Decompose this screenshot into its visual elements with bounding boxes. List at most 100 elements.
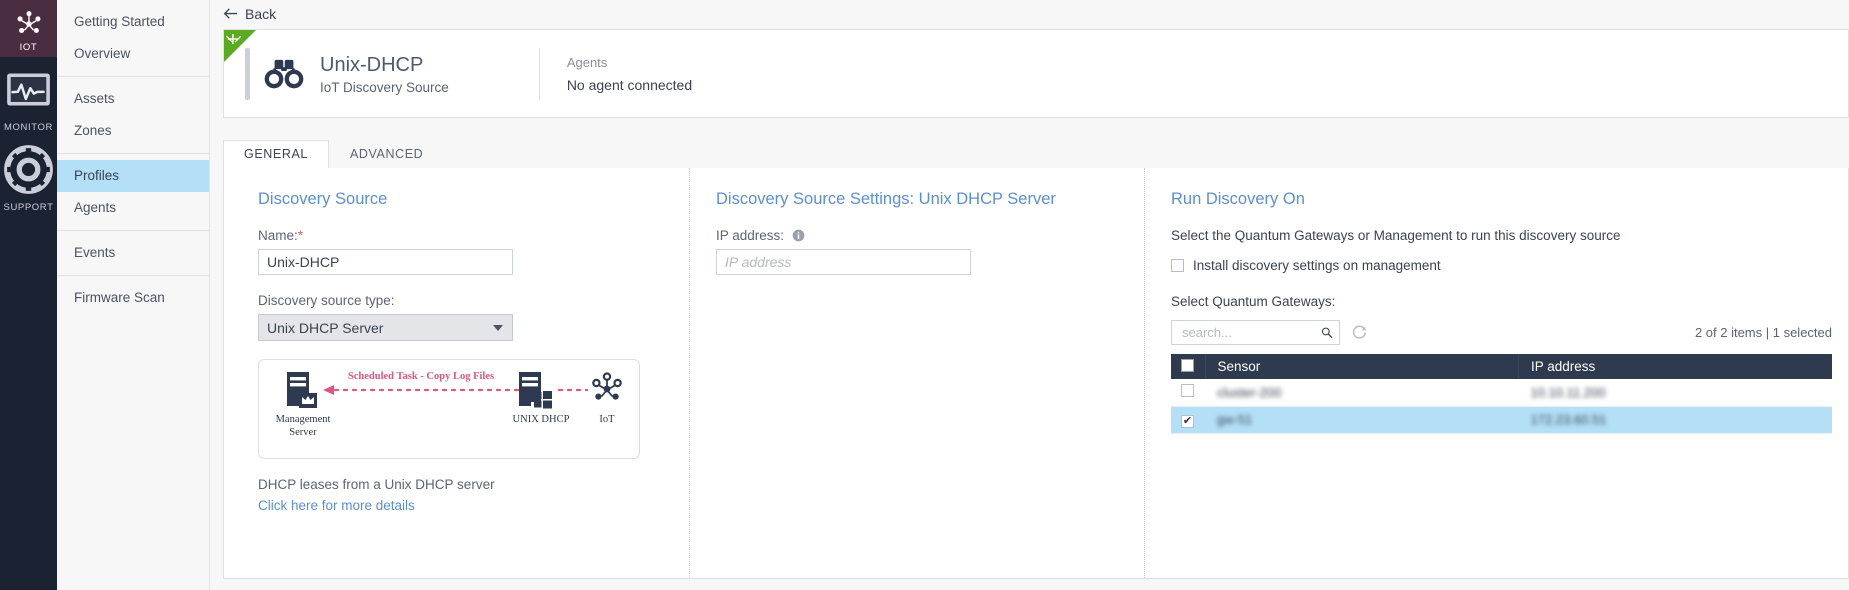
binoculars-icon — [264, 59, 304, 88]
tab-general[interactable]: GENERAL — [223, 140, 329, 168]
sparkle-icon — [224, 30, 256, 62]
row-checkbox[interactable] — [1181, 414, 1194, 428]
diagram-arrowhead — [323, 385, 334, 395]
server-crown-icon — [287, 372, 317, 408]
table-row[interactable]: gw-51 172.23.60.51 — [1171, 406, 1832, 434]
rail-item-iot[interactable]: IOT — [0, 0, 57, 57]
monitor-wave-icon — [7, 73, 50, 106]
rail-label-iot: IOT — [19, 42, 38, 53]
run-discovery-title: Run Discovery On — [1171, 190, 1305, 208]
column-header-sensor[interactable]: Sensor — [1204, 354, 1519, 379]
diagram-node-label-management-line2: Server — [289, 427, 317, 438]
column-header-ip-address[interactable]: IP address — [1518, 354, 1832, 379]
iot-hub-icon — [17, 11, 40, 34]
page-subtitle: IoT Discovery Source — [320, 79, 449, 95]
table-row[interactable]: cluster-200 10.10.11.200 — [1171, 379, 1832, 407]
cell-sensor: gw-51 — [1205, 406, 1519, 434]
row-checkbox-cell[interactable] — [1171, 379, 1205, 407]
sidebar-item-overview[interactable]: Overview — [57, 38, 209, 70]
support-lifering-icon — [4, 145, 53, 194]
nav-group: Events — [57, 231, 209, 276]
card-divider — [538, 47, 540, 100]
install-on-management-row[interactable]: Install discovery settings on management — [1171, 258, 1832, 273]
tab-advanced[interactable]: ADVANCED — [329, 140, 444, 168]
more-details-link[interactable]: Click here for more details — [258, 498, 689, 513]
items-count-label: 2 of 2 items | 1 selected — [1694, 325, 1832, 340]
discovery-flow-diagram: Management Server Scheduled Task - Copy … — [258, 359, 640, 459]
sidebar-item-events[interactable]: Events — [57, 237, 209, 269]
cell-ip-address: 172.23.60.51 — [1518, 406, 1832, 434]
page-title: Unix-DHCP — [320, 53, 424, 76]
sidebar-item-agents[interactable]: Agents — [57, 192, 209, 224]
ip-value-redacted: 10.10.11.200 — [1530, 384, 1606, 400]
name-label: Name:* — [258, 228, 689, 243]
ip-address-label: IP address: — [716, 228, 1144, 243]
info-icon[interactable] — [792, 229, 805, 242]
rail-label-support: SUPPORT — [3, 202, 54, 213]
card-title-block: Unix-DHCP IoT Discovery Source — [320, 53, 449, 95]
diagram-node-label-iot: IoT — [599, 414, 615, 425]
discovery-settings-title: Discovery Source Settings: Unix DHCP Ser… — [716, 190, 1056, 208]
sensor-value-redacted: cluster-200 — [1217, 384, 1282, 400]
run-discovery-description: Select the Quantum Gateways or Managemen… — [1171, 228, 1621, 243]
ip-address-label-text: IP address: — [716, 228, 785, 243]
nav-group: Firmware Scan — [57, 276, 209, 320]
table-head: Sensor IP address — [1171, 354, 1832, 379]
nav-group: Getting Started Overview — [57, 0, 209, 77]
install-on-management-checkbox[interactable] — [1171, 259, 1184, 272]
rail-label-monitor: MONITOR — [4, 122, 53, 133]
main-content: Back Unix-DHCP IoT Discovery Source Agen… — [210, 0, 1849, 590]
discovery-helper-text: DHCP leases from a Unix DHCP server — [258, 477, 495, 492]
arrow-left-icon — [223, 7, 238, 19]
select-gateways-label: Select Quantum Gateways: — [1171, 294, 1336, 309]
discovery-source-title: Discovery Source — [258, 190, 388, 208]
table-header-row: Sensor IP address — [1171, 354, 1832, 379]
sidebar-nav: Getting Started Overview Assets Zones Pr… — [57, 0, 210, 590]
diagram-node-label-unix-dhcp: UNIX DHCP — [513, 414, 570, 425]
required-marker: * — [297, 228, 304, 243]
row-checkbox[interactable] — [1181, 384, 1194, 398]
discovery-settings-column: Discovery Source Settings: Unix DHCP Ser… — [689, 168, 1144, 578]
search-icon[interactable] — [1321, 325, 1333, 340]
agents-value: No agent connected — [566, 76, 693, 93]
discovery-source-column: Discovery Source Name:* Discovery source… — [224, 168, 689, 578]
discovery-source-type-value: Unix DHCP Server — [267, 319, 384, 336]
sidebar-item-firmware-scan[interactable]: Firmware Scan — [57, 282, 209, 314]
agents-block: Agents No agent connected — [567, 55, 692, 93]
diagram-svg: Management Server Scheduled Task - Copy … — [276, 371, 622, 438]
search-input[interactable] — [1180, 324, 1322, 341]
sidebar-item-profiles[interactable]: Profiles — [57, 160, 209, 192]
back-bar: Back — [210, 0, 1849, 24]
diagram-node-label-management-line1: Management — [276, 414, 331, 425]
rail-item-support[interactable]: SUPPORT — [0, 137, 57, 217]
sidebar-item-assets[interactable]: Assets — [57, 83, 209, 115]
sidebar-item-getting-started[interactable]: Getting Started — [57, 6, 209, 38]
select-all-header[interactable] — [1171, 354, 1205, 379]
name-input[interactable] — [258, 249, 513, 275]
nav-group: Assets Zones — [57, 77, 209, 154]
app-root: IOT MONITOR SUPPORT Getting Started Over… — [0, 0, 1849, 590]
row-checkbox-cell[interactable] — [1171, 406, 1205, 434]
select-all-checkbox[interactable] — [1181, 358, 1194, 372]
table-body: cluster-200 10.10.11.200 gw-51 — [1171, 379, 1832, 434]
chevron-down-icon — [493, 324, 503, 331]
search-box[interactable] — [1171, 320, 1340, 345]
cell-ip-address: 10.10.11.200 — [1518, 379, 1832, 407]
tab-panel: Discovery Source Name:* Discovery source… — [223, 168, 1849, 579]
install-on-management-label: Install discovery settings on management — [1193, 258, 1441, 273]
icon-rail: IOT MONITOR SUPPORT — [0, 0, 57, 590]
refresh-icon[interactable] — [1351, 324, 1368, 341]
sidebar-item-zones[interactable]: Zones — [57, 115, 209, 147]
server-windows-icon — [519, 372, 552, 409]
gateways-toolbar: 2 of 2 items | 1 selected — [1171, 320, 1832, 345]
cell-sensor: cluster-200 — [1205, 379, 1519, 407]
ip-address-input[interactable] — [716, 249, 971, 275]
profile-header-card: Unix-DHCP IoT Discovery Source Agents No… — [223, 29, 1849, 118]
name-label-text: Name: — [258, 228, 298, 243]
discovery-source-type-select[interactable]: Unix DHCP Server — [258, 314, 513, 341]
ip-value-redacted: 172.23.60.51 — [1530, 412, 1607, 427]
tab-bar: GENERAL ADVANCED — [223, 139, 1849, 168]
back-button[interactable]: Back — [223, 6, 276, 22]
rail-item-monitor[interactable]: MONITOR — [0, 57, 57, 137]
discovery-source-type-label: Discovery source type: — [258, 293, 395, 308]
